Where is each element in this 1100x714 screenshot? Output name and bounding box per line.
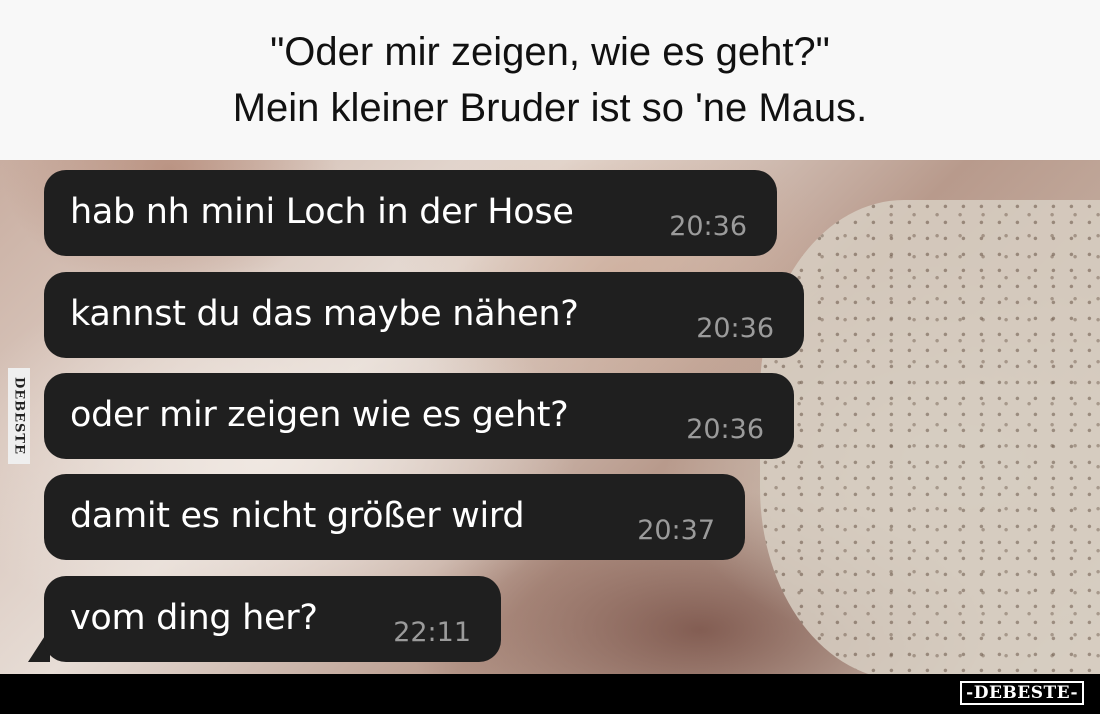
message-bubble-3[interactable]: oder mir zeigen wie es geht? 20:36: [44, 373, 794, 459]
message-time: 20:36: [669, 211, 747, 242]
message-bubble-2[interactable]: kannst du das maybe nähen? 20:36: [44, 272, 804, 358]
message-time: 20:37: [637, 515, 715, 546]
message-bubble-1[interactable]: hab nh mini Loch in der Hose 20:36: [44, 170, 777, 256]
message-bubble-5[interactable]: vom ding her? 22:11: [44, 576, 501, 662]
caption-line-2: Mein kleiner Bruder ist so 'ne Maus.: [232, 86, 868, 130]
message-text: oder mir zeigen wie es geht?: [70, 395, 569, 435]
message-text: hab nh mini Loch in der Hose: [70, 192, 574, 232]
message-text: kannst du das maybe nähen?: [70, 294, 579, 334]
message-time: 22:11: [393, 617, 471, 648]
message-bubble-4[interactable]: damit es nicht größer wird 20:37: [44, 474, 745, 560]
message-text: vom ding her?: [70, 598, 318, 638]
message-text: damit es nicht größer wird: [70, 496, 525, 536]
message-time: 20:36: [696, 313, 774, 344]
knit-fabric-texture: [760, 200, 1100, 674]
caption-header: "Oder mir zeigen, wie es geht?" Mein kle…: [0, 0, 1100, 160]
footer-bar: -DEBESTE-: [0, 674, 1100, 714]
debeste-logo[interactable]: -DEBESTE-: [960, 681, 1084, 705]
side-watermark: DEBESTE: [8, 368, 30, 464]
message-time: 20:36: [686, 414, 764, 445]
caption-line-1: "Oder mir zeigen, wie es geht?": [270, 30, 830, 74]
side-watermark-label: DEBESTE: [11, 376, 27, 456]
